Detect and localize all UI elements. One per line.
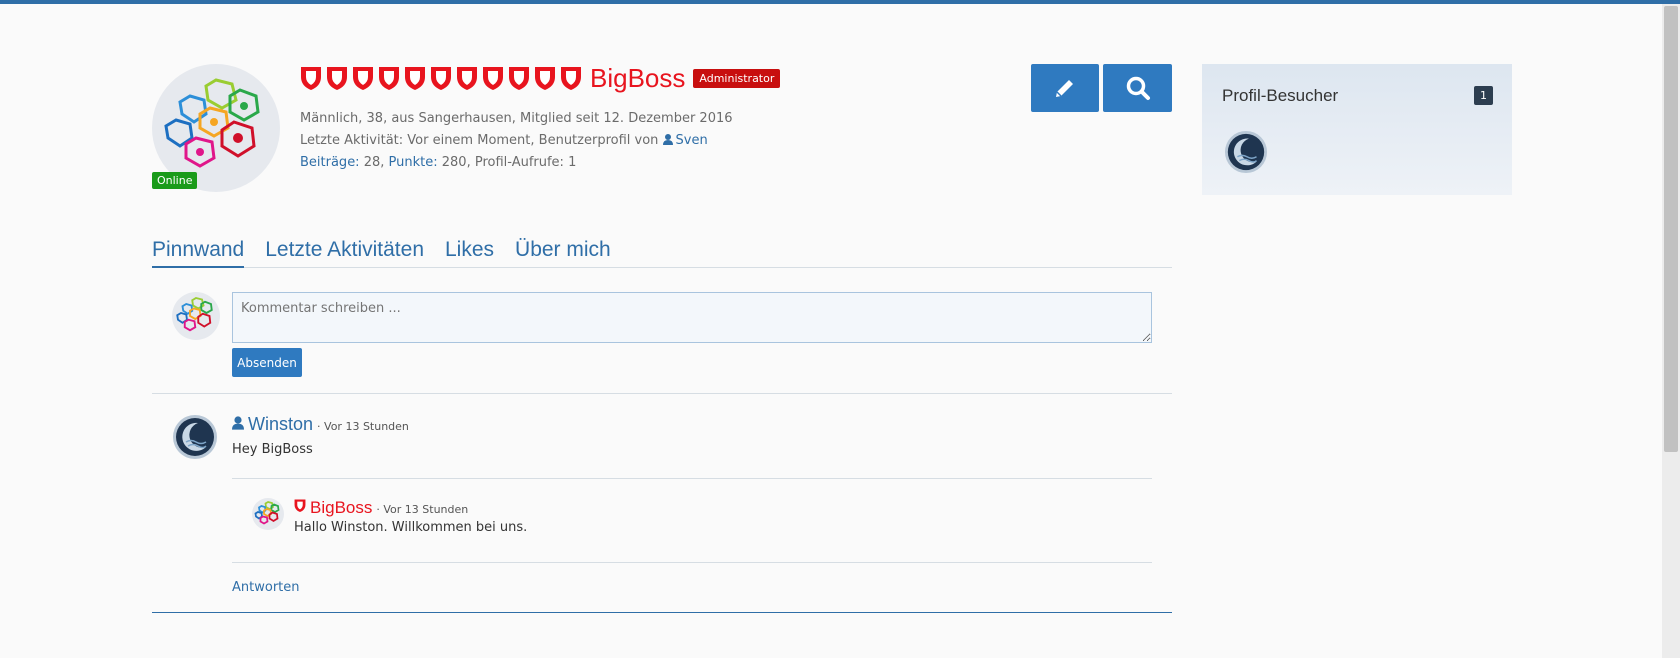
online-status-badge: Online (152, 172, 198, 189)
posts-stat-value: 28 (363, 155, 381, 170)
posts-stat-link[interactable]: Beiträge: (300, 155, 360, 170)
wall-bottom-divider (152, 612, 1172, 613)
post-text: Hey BigBoss (232, 442, 313, 457)
shield-icon (431, 67, 451, 90)
shield-icon (457, 67, 477, 90)
reply-author-avatar[interactable] (252, 498, 284, 530)
search-icon (1126, 76, 1150, 100)
winston-avatar[interactable] (172, 414, 218, 460)
shield-icon (353, 67, 373, 90)
reply-timestamp: · Vor 13 Stunden (376, 503, 469, 516)
rank-shield-icons (300, 65, 582, 91)
user-icon (232, 416, 244, 430)
profile-visitors-count: 1 (1474, 86, 1493, 105)
profile-tabs: Pinnwand Letzte Aktivitäten Likes Über m… (152, 232, 1172, 268)
shield-icon (405, 67, 425, 90)
profile-meta-line2: Letzte Aktivität: Vor einem Moment, Benu… (300, 130, 860, 152)
shield-icon (379, 67, 399, 90)
edit-profile-button[interactable] (1031, 64, 1099, 112)
profile-meta: Männlich, 38, aus Sangerhausen, Mitglied… (300, 108, 860, 174)
views-stat: Profil-Aufrufe: 1 (474, 155, 577, 170)
reply-link[interactable]: Antworten (232, 580, 300, 595)
tab-likes[interactable]: Likes (445, 232, 494, 267)
shield-icon (301, 67, 321, 90)
profile-owner-name: Sven (675, 133, 708, 148)
last-activity-text: Letzte Aktivität: Vor einem Moment, Benu… (300, 133, 659, 148)
shield-icon (561, 67, 581, 90)
shield-icon (483, 67, 503, 90)
current-user-avatar (172, 292, 220, 340)
tab-pinnwand[interactable]: Pinnwand (152, 232, 245, 268)
profile-visitors-title: Profil-Besucher (1222, 86, 1339, 105)
points-stat-value: 280 (441, 155, 467, 170)
shield-icon (327, 67, 347, 90)
post-author-link[interactable]: Winston (248, 414, 313, 435)
comment-input[interactable] (232, 292, 1152, 343)
post-timestamp: · Vor 13 Stunden (317, 420, 409, 433)
shield-icon (294, 499, 306, 513)
profile-visitors-box: Profil-Besucher 1 (1202, 64, 1512, 195)
reply-author-link[interactable]: BigBoss (310, 498, 372, 518)
pencil-icon (1056, 80, 1073, 97)
user-icon (662, 134, 673, 145)
top-accent-bar (0, 0, 1680, 4)
shield-icon (509, 67, 529, 90)
hexagon-logo-icon (176, 296, 213, 332)
rank-badge: Administrator (693, 68, 781, 88)
search-content-button[interactable] (1103, 64, 1172, 112)
points-stat-link[interactable]: Punkte: (389, 155, 438, 170)
profile-owner-link[interactable]: Sven (662, 133, 708, 148)
page-scrollbar[interactable] (1662, 4, 1680, 658)
profile-name-row: BigBoss Administrator (300, 62, 860, 93)
divider (152, 393, 1172, 394)
profile-stats: Beiträge: 28, Punkte: 280, Profil-Aufruf… (300, 155, 577, 170)
tab-letzte-aktivitaeten[interactable]: Letzte Aktivitäten (265, 232, 424, 267)
scrollbar-thumb[interactable] (1664, 6, 1678, 452)
shield-icon (535, 67, 555, 90)
reply-header: BigBoss · Vor 13 Stunden (294, 498, 468, 518)
reply-text: Hallo Winston. Willkommen bei uns. (294, 520, 528, 535)
submit-comment-button[interactable]: Absenden (232, 348, 302, 377)
tab-ueber-mich[interactable]: Über mich (515, 232, 611, 267)
hexagon-logo-icon (254, 501, 280, 525)
profile-info: BigBoss Administrator Männlich, 38, aus … (300, 62, 860, 174)
moon-avatar-icon (173, 415, 217, 459)
profile-username: BigBoss (590, 62, 686, 93)
moon-avatar-icon (1224, 130, 1268, 174)
profile-meta-line1: Männlich, 38, aus Sangerhausen, Mitglied… (300, 111, 733, 126)
divider (232, 478, 1152, 479)
divider (232, 562, 1152, 563)
visitor-avatar[interactable] (1224, 130, 1268, 174)
post-header: Winston · Vor 13 Stunden (232, 414, 409, 438)
